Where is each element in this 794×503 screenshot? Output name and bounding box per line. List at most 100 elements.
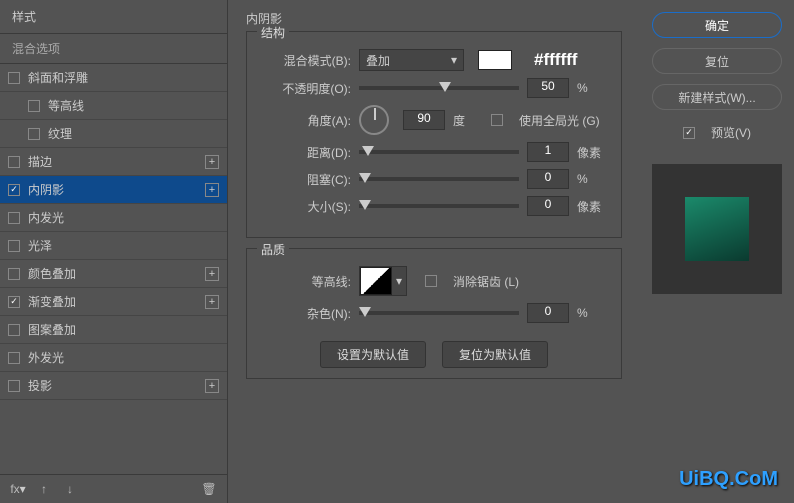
- style-label: 渐变叠加: [28, 293, 76, 310]
- style-item-4[interactable]: 内阴影 +: [0, 176, 227, 204]
- distance-slider[interactable]: [359, 150, 519, 154]
- global-light-checkbox[interactable]: [491, 114, 503, 126]
- ok-button[interactable]: 确定: [652, 12, 782, 38]
- fx-icon[interactable]: fx▾: [10, 481, 26, 497]
- sidebar-footer: fx▾ ↑ ↓ 🗑: [0, 474, 227, 503]
- antialias-checkbox[interactable]: [425, 275, 437, 287]
- style-checkbox[interactable]: [28, 100, 40, 112]
- noise-label: 杂色(N):: [261, 305, 351, 322]
- choke-slider[interactable]: [359, 177, 519, 181]
- angle-dial[interactable]: [359, 105, 389, 135]
- preview-swatch: [685, 197, 749, 261]
- noise-slider[interactable]: [359, 311, 519, 315]
- settings-panel: 内阴影 结构 混合模式(B): 叠加▾ #ffffff 不透明度(O): 50 …: [228, 0, 640, 503]
- noise-unit: %: [577, 306, 607, 320]
- styles-header: 样式: [0, 0, 227, 34]
- style-checkbox[interactable]: [8, 352, 20, 364]
- style-item-7[interactable]: 颜色叠加 +: [0, 260, 227, 288]
- opacity-unit: %: [577, 81, 607, 95]
- style-checkbox[interactable]: [28, 128, 40, 140]
- contour-label: 等高线:: [261, 273, 351, 290]
- style-item-0[interactable]: 斜面和浮雕: [0, 64, 227, 92]
- preview-checkbox[interactable]: [683, 127, 695, 139]
- add-effect-icon[interactable]: +: [205, 267, 219, 281]
- style-item-11[interactable]: 投影 +: [0, 372, 227, 400]
- distance-input[interactable]: 1: [527, 142, 569, 162]
- color-hex-annotation: #ffffff: [534, 50, 577, 70]
- size-input[interactable]: 0: [527, 196, 569, 216]
- style-item-6[interactable]: 光泽: [0, 232, 227, 260]
- style-label: 内阴影: [28, 181, 64, 198]
- opacity-slider[interactable]: [359, 86, 519, 90]
- style-checkbox[interactable]: [8, 296, 20, 308]
- style-checkbox[interactable]: [8, 268, 20, 280]
- noise-input[interactable]: 0: [527, 303, 569, 323]
- new-style-button[interactable]: 新建样式(W)...: [652, 84, 782, 110]
- contour-preview[interactable]: [360, 267, 392, 295]
- style-item-8[interactable]: 渐变叠加 +: [0, 288, 227, 316]
- style-item-10[interactable]: 外发光: [0, 344, 227, 372]
- add-effect-icon[interactable]: +: [205, 155, 219, 169]
- structure-legend: 结构: [257, 24, 289, 41]
- reset-default-button[interactable]: 复位为默认值: [442, 341, 548, 368]
- preview-label: 预览(V): [711, 124, 751, 141]
- trash-icon[interactable]: 🗑: [201, 481, 217, 497]
- style-item-9[interactable]: 图案叠加: [0, 316, 227, 344]
- style-checkbox[interactable]: [8, 380, 20, 392]
- style-label: 光泽: [28, 237, 52, 254]
- style-label: 投影: [28, 377, 52, 394]
- add-effect-icon[interactable]: +: [205, 295, 219, 309]
- blend-mode-select[interactable]: 叠加▾: [359, 49, 464, 71]
- size-slider[interactable]: [359, 204, 519, 208]
- choke-label: 阻塞(C):: [261, 171, 351, 188]
- contour-dropdown[interactable]: ▾: [392, 267, 406, 295]
- style-label: 外发光: [28, 349, 64, 366]
- cancel-button[interactable]: 复位: [652, 48, 782, 74]
- watermark-logo: UiBQ.CoM: [679, 468, 778, 491]
- add-effect-icon[interactable]: +: [205, 379, 219, 393]
- angle-label: 角度(A):: [261, 112, 351, 129]
- up-icon[interactable]: ↑: [36, 481, 52, 497]
- distance-unit: 像素: [577, 144, 607, 161]
- distance-label: 距离(D):: [261, 144, 351, 161]
- antialias-label: 消除锯齿 (L): [453, 273, 519, 290]
- blending-options[interactable]: 混合选项: [0, 34, 227, 64]
- opacity-input[interactable]: 50: [527, 78, 569, 98]
- add-effect-icon[interactable]: +: [205, 183, 219, 197]
- style-checkbox[interactable]: [8, 156, 20, 168]
- style-label: 纹理: [48, 125, 72, 142]
- size-unit: 像素: [577, 198, 607, 215]
- make-default-button[interactable]: 设置为默认值: [320, 341, 426, 368]
- style-item-3[interactable]: 描边 +: [0, 148, 227, 176]
- style-label: 斜面和浮雕: [28, 69, 88, 86]
- panel-title: 内阴影: [246, 10, 622, 27]
- style-label: 颜色叠加: [28, 265, 76, 282]
- style-label: 内发光: [28, 209, 64, 226]
- blend-mode-label: 混合模式(B):: [261, 52, 351, 69]
- down-icon[interactable]: ↓: [62, 481, 78, 497]
- global-light-label: 使用全局光 (G): [519, 112, 600, 129]
- opacity-label: 不透明度(O):: [261, 80, 351, 97]
- style-checkbox[interactable]: [8, 72, 20, 84]
- angle-unit: 度: [453, 112, 483, 129]
- styles-sidebar: 样式 混合选项 斜面和浮雕等高线纹理描边 + 内阴影 + 内发光光泽颜色叠加 + 渐变叠加 +…: [0, 0, 228, 503]
- style-list: 斜面和浮雕等高线纹理描边 + 内阴影 + 内发光光泽颜色叠加 + 渐变叠加 + 图案叠加外发光投…: [0, 64, 227, 474]
- style-checkbox[interactable]: [8, 324, 20, 336]
- style-item-5[interactable]: 内发光: [0, 204, 227, 232]
- right-panel: 确定 复位 新建样式(W)... 预览(V): [640, 0, 794, 503]
- style-checkbox[interactable]: [8, 240, 20, 252]
- preview-box: [652, 164, 782, 294]
- angle-input[interactable]: 90: [403, 110, 445, 130]
- style-item-2[interactable]: 纹理: [0, 120, 227, 148]
- chevron-down-icon: ▾: [451, 53, 457, 67]
- color-swatch[interactable]: [478, 50, 512, 70]
- style-checkbox[interactable]: [8, 212, 20, 224]
- quality-legend: 品质: [257, 241, 289, 258]
- style-item-1[interactable]: 等高线: [0, 92, 227, 120]
- style-label: 等高线: [48, 97, 84, 114]
- style-label: 描边: [28, 153, 52, 170]
- choke-unit: %: [577, 172, 607, 186]
- style-checkbox[interactable]: [8, 184, 20, 196]
- style-label: 图案叠加: [28, 321, 76, 338]
- choke-input[interactable]: 0: [527, 169, 569, 189]
